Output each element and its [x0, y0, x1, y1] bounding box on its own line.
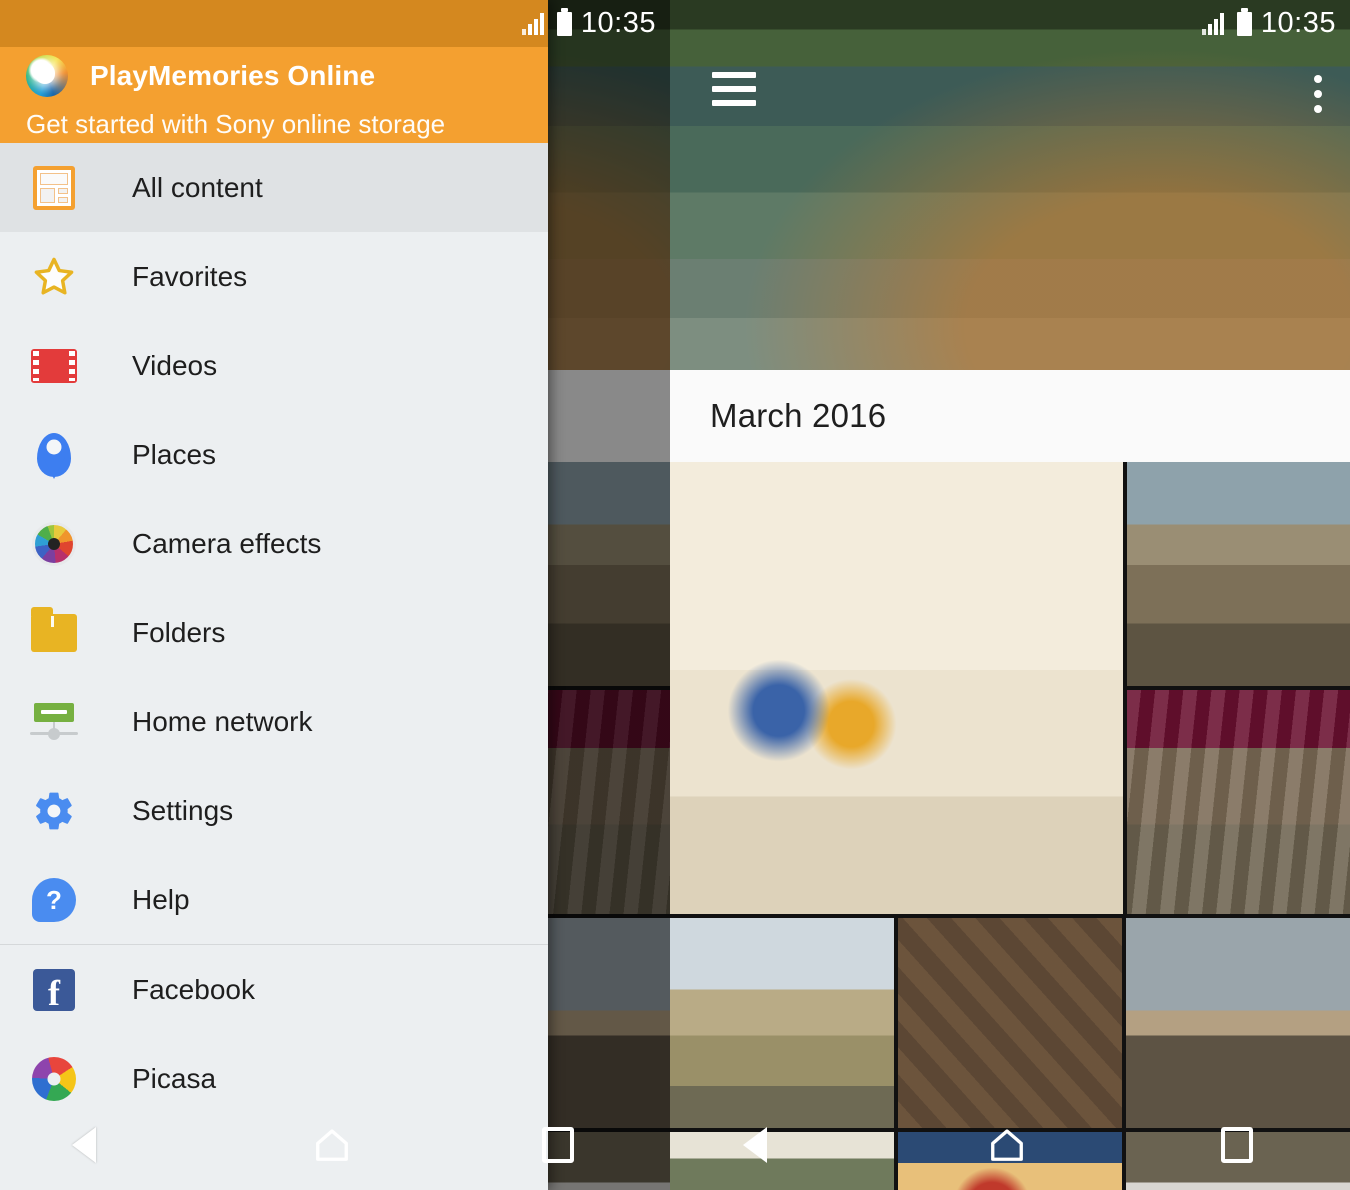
hero-photo[interactable]: [670, 0, 1350, 370]
drawer-header[interactable]: PlayMemories Online Get started with Son…: [0, 0, 548, 143]
sidebar-item-label: Picasa: [132, 1062, 217, 1094]
overflow-menu-icon[interactable]: [1314, 75, 1322, 113]
folder-icon: [26, 606, 82, 652]
sidebar-item-label: Places: [132, 438, 217, 470]
sidebar-item-label: Home network: [132, 705, 313, 737]
gear-icon: [26, 789, 82, 833]
sidebar-item-label: Videos: [132, 349, 218, 381]
drawer-menu: All content Favorites Videos Places Came…: [0, 143, 548, 1190]
photo-cell[interactable]: [1126, 462, 1350, 686]
photo-row: [670, 462, 1350, 914]
sidebar-item-facebook[interactable]: f Facebook: [0, 945, 548, 1034]
all-content-icon: [26, 165, 82, 210]
sidebar-item-label: All content: [132, 171, 263, 203]
photo-cell[interactable]: [670, 1132, 894, 1190]
sidebar-item-help[interactable]: ? Help: [0, 855, 548, 944]
sidebar-item-all-content[interactable]: All content: [0, 143, 548, 232]
photo-cell[interactable]: [1126, 1132, 1350, 1190]
drawer-title: PlayMemories Online: [90, 60, 376, 91]
photo-cell[interactable]: [898, 1132, 1122, 1190]
sidebar-item-label: Favorites: [132, 260, 248, 292]
help-bubble-icon: ?: [26, 877, 82, 922]
star-icon: [26, 255, 82, 299]
home-network-icon: [26, 701, 82, 743]
photo-grid: [670, 462, 1350, 1190]
hamburger-menu-icon[interactable]: [712, 72, 756, 106]
screenshot-root: March 2016: [0, 0, 1350, 1190]
month-header-bar: March 2016: [670, 370, 1350, 462]
sidebar-item-label: Facebook: [132, 973, 255, 1005]
photo-cell[interactable]: [670, 462, 1123, 914]
photo-cell[interactable]: [898, 918, 1122, 1128]
map-pin-icon: [26, 432, 82, 477]
sidebar-item-camera-effects[interactable]: Camera effects: [0, 499, 548, 588]
sidebar-item-favorites[interactable]: Favorites: [0, 232, 548, 321]
playmemories-logo-icon: [26, 55, 68, 97]
sidebar-item-picasa[interactable]: Picasa: [0, 1034, 548, 1123]
sidebar-item-folders[interactable]: Folders: [0, 588, 548, 677]
photo-row: [670, 1132, 1350, 1190]
screen-gallery: March 2016 10:35: [670, 0, 1350, 1190]
sidebar-item-label: Help: [132, 883, 190, 915]
sidebar-item-videos[interactable]: Videos: [0, 321, 548, 410]
color-wheel-icon: [26, 521, 82, 566]
sidebar-item-places[interactable]: Places: [0, 410, 548, 499]
sidebar-item-home-network[interactable]: Home network: [0, 677, 548, 766]
sidebar-item-label: Settings: [132, 794, 234, 826]
photo-cell[interactable]: [1126, 918, 1350, 1128]
screen-drawer-open: March 2016: [0, 0, 670, 1190]
photo-cell[interactable]: [670, 918, 894, 1128]
facebook-icon: f: [26, 968, 82, 1011]
sidebar-item-settings[interactable]: Settings: [0, 766, 548, 855]
sidebar-item-label: Folders: [132, 616, 226, 648]
film-strip-icon: [26, 348, 82, 383]
drawer-subtitle: Get started with Sony online storage: [26, 109, 446, 139]
sidebar-item-label: Camera effects: [132, 527, 322, 559]
photo-row: [670, 918, 1350, 1128]
picasa-icon: [26, 1056, 82, 1101]
photo-cell[interactable]: [1126, 690, 1350, 914]
month-header-label: March 2016: [710, 397, 887, 434]
navigation-drawer: PlayMemories Online Get started with Son…: [0, 0, 548, 1190]
